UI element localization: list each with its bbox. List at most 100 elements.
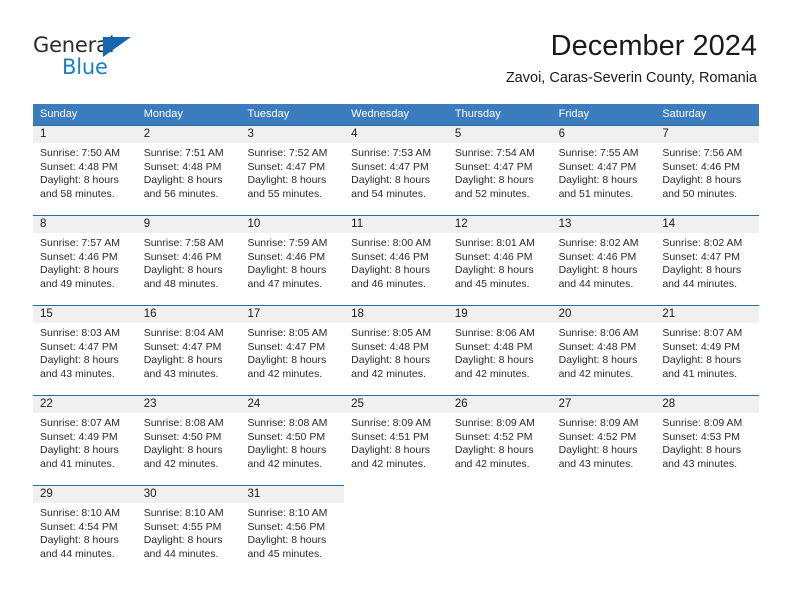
- day-number: 30: [143, 488, 157, 500]
- day-number-band: 18: [344, 305, 448, 323]
- daylight-text-line2: and 58 minutes.: [40, 187, 115, 200]
- day-number-band: 16: [136, 305, 241, 323]
- day-sun-info: Sunrise: 7:52 AM Sunset: 4:47 PM Daylight:…: [240, 143, 344, 201]
- day-number-band: 15: [33, 305, 137, 323]
- daylight-text-line2: and 48 minutes.: [143, 277, 219, 290]
- day-number-band: 8: [33, 215, 137, 233]
- calendar-day-cell[interactable]: 4 Sunrise: 7:53 AM Sunset: 4:47 PM Daylight…: [344, 125, 448, 215]
- sunset-text: Sunset: 4:48 PM: [351, 340, 429, 353]
- day-number: 26: [454, 398, 468, 410]
- sunset-text: Sunset: 4:46 PM: [662, 160, 740, 173]
- day-number: 16: [143, 308, 157, 320]
- calendar-day-cell[interactable]: 12 Sunrise: 8:01 AM Sunset: 4:46 PM Dayligh…: [447, 215, 552, 305]
- day-number-band: [344, 485, 448, 503]
- sunrise-text: Sunrise: 8:10 AM: [143, 507, 224, 519]
- day-number-band: 17: [240, 305, 345, 323]
- calendar-day-cell[interactable]: 21 Sunrise: 8:07 AM Sunset: 4:49 PM Dayligh…: [655, 305, 760, 395]
- calendar-day-cell[interactable]: 19 Sunrise: 8:06 AM Sunset: 4:48 PM Dayligh…: [447, 305, 552, 395]
- calendar-day-cell[interactable]: 10 Sunrise: 7:59 AM Sunset: 4:46 PM Dayligh…: [240, 215, 345, 305]
- page-title: December 2024: [550, 30, 757, 62]
- sunset-text: Sunset: 4:46 PM: [247, 250, 326, 263]
- sunrise-text: Sunrise: 8:09 AM: [558, 417, 639, 429]
- day-number-band: 30: [136, 485, 241, 503]
- day-number-band: 21: [655, 305, 760, 323]
- calendar-day-cell[interactable]: 15 Sunrise: 8:03 AM Sunset: 4:47 PM Dayligh…: [33, 305, 137, 395]
- sunset-text: Sunset: 4:52 PM: [454, 430, 533, 443]
- day-number-band: 4: [344, 125, 448, 143]
- calendar-day-cell[interactable]: 29 Sunrise: 8:10 AM Sunset: 4:54 PM Dayligh…: [33, 485, 137, 571]
- daylight-text-line1: Daylight: 8 hours: [143, 444, 223, 457]
- calendar-day-cell[interactable]: 16 Sunrise: 8:04 AM Sunset: 4:47 PM Dayligh…: [136, 305, 241, 395]
- day-number-band: 6: [551, 125, 656, 143]
- daylight-text-line1: Daylight: 8 hours: [558, 444, 638, 457]
- calendar-day-cell[interactable]: 22 Sunrise: 8:07 AM Sunset: 4:49 PM Dayligh…: [33, 395, 137, 485]
- day-number: 31: [247, 488, 261, 500]
- sunset-text: Sunset: 4:50 PM: [143, 430, 222, 443]
- location-subtitle: Zavoi, Caras-Severin County, Romania: [505, 70, 757, 86]
- day-number: 1: [40, 128, 47, 140]
- calendar-day-cell[interactable]: 27 Sunrise: 8:09 AM Sunset: 4:52 PM Dayligh…: [551, 395, 656, 485]
- daylight-text-line2: and 41 minutes.: [40, 457, 115, 470]
- sunset-text: Sunset: 4:56 PM: [247, 520, 326, 533]
- day-number: 11: [351, 218, 364, 230]
- calendar-day-cell[interactable]: 30 Sunrise: 8:10 AM Sunset: 4:55 PM Dayligh…: [136, 485, 241, 571]
- day-number-band: 2: [136, 125, 241, 143]
- day-number: 8: [40, 218, 47, 230]
- daylight-text-line2: and 42 minutes.: [351, 367, 426, 380]
- calendar-day-cell[interactable]: 26 Sunrise: 8:09 AM Sunset: 4:52 PM Dayligh…: [447, 395, 552, 485]
- daylight-text-line1: Daylight: 8 hours: [351, 354, 430, 367]
- calendar-day-cell[interactable]: 25 Sunrise: 8:09 AM Sunset: 4:51 PM Dayligh…: [344, 395, 448, 485]
- sunrise-text: Sunrise: 8:01 AM: [454, 237, 535, 249]
- sunrise-text: Sunrise: 8:05 AM: [351, 327, 432, 339]
- calendar-day-cell[interactable]: 11 Sunrise: 8:00 AM Sunset: 4:46 PM Dayligh…: [344, 215, 448, 305]
- daylight-text-line2: and 43 minutes.: [662, 457, 738, 470]
- daylight-text-line1: Daylight: 8 hours: [143, 264, 223, 277]
- weekday-header-sunday: Sunday: [40, 108, 78, 120]
- calendar-day-cell[interactable]: 2 Sunrise: 7:51 AM Sunset: 4:48 PM Daylight…: [136, 125, 241, 215]
- day-sun-info: Sunrise: 8:09 AM Sunset: 4:52 PM Daylight:…: [552, 413, 656, 471]
- calendar-day-cell[interactable]: 17 Sunrise: 8:05 AM Sunset: 4:47 PM Dayligh…: [240, 305, 345, 395]
- calendar-day-cell[interactable]: 20 Sunrise: 8:06 AM Sunset: 4:48 PM Dayligh…: [551, 305, 656, 395]
- calendar-day-cell[interactable]: 23 Sunrise: 8:08 AM Sunset: 4:50 PM Dayligh…: [136, 395, 241, 485]
- calendar-day-cell[interactable]: 13 Sunrise: 8:02 AM Sunset: 4:46 PM Dayligh…: [551, 215, 656, 305]
- sunrise-text: Sunrise: 8:07 AM: [40, 417, 120, 429]
- calendar-day-cell[interactable]: 14 Sunrise: 8:02 AM Sunset: 4:47 PM Dayligh…: [655, 215, 760, 305]
- daylight-text-line2: and 43 minutes.: [143, 367, 219, 380]
- calendar-day-cell[interactable]: 31 Sunrise: 8:10 AM Sunset: 4:56 PM Dayligh…: [240, 485, 345, 571]
- day-number: 27: [558, 398, 572, 410]
- calendar-day-cell[interactable]: 5 Sunrise: 7:54 AM Sunset: 4:47 PM Daylight…: [447, 125, 552, 215]
- sunset-text: Sunset: 4:46 PM: [351, 250, 429, 263]
- calendar-day-cell[interactable]: 24 Sunrise: 8:08 AM Sunset: 4:50 PM Dayligh…: [240, 395, 345, 485]
- sunrise-text: Sunrise: 8:07 AM: [662, 327, 743, 339]
- day-sun-info: Sunrise: 8:03 AM Sunset: 4:47 PM Daylight:…: [33, 323, 137, 381]
- sunrise-text: Sunrise: 7:50 AM: [40, 147, 120, 159]
- daylight-text-line2: and 54 minutes.: [351, 187, 426, 200]
- day-number-band: 11: [344, 215, 448, 233]
- calendar-day-cell[interactable]: 1 Sunrise: 7:50 AM Sunset: 4:48 PM Daylight…: [33, 125, 137, 215]
- day-number: 9: [143, 218, 151, 230]
- calendar-day-cell[interactable]: 7 Sunrise: 7:56 AM Sunset: 4:46 PM Daylight…: [655, 125, 760, 215]
- daylight-text-line2: and 45 minutes.: [247, 547, 323, 560]
- day-number: 23: [143, 398, 157, 410]
- daylight-text-line1: Daylight: 8 hours: [40, 174, 119, 187]
- calendar-day-cell[interactable]: 18 Sunrise: 8:05 AM Sunset: 4:48 PM Dayligh…: [344, 305, 448, 395]
- sunrise-text: Sunrise: 8:08 AM: [247, 417, 328, 429]
- calendar-day-cell[interactable]: 6 Sunrise: 7:55 AM Sunset: 4:47 PM Daylight…: [551, 125, 656, 215]
- daylight-text-line2: and 42 minutes.: [558, 367, 634, 380]
- calendar-day-cell[interactable]: 28 Sunrise: 8:09 AM Sunset: 4:53 PM Dayligh…: [655, 395, 760, 485]
- day-sun-info: Sunrise: 8:02 AM Sunset: 4:46 PM Daylight:…: [552, 233, 656, 291]
- calendar-day-cell[interactable]: 3 Sunrise: 7:52 AM Sunset: 4:47 PM Daylight…: [240, 125, 345, 215]
- calendar-week-row: 1 Sunrise: 7:50 AM Sunset: 4:48 PM Daylight…: [33, 125, 760, 215]
- weekday-header-tuesday: Tuesday: [247, 108, 290, 120]
- day-sun-info: Sunrise: 8:07 AM Sunset: 4:49 PM Daylight:…: [33, 413, 137, 471]
- day-number-band: 1: [33, 125, 137, 143]
- daylight-text-line1: Daylight: 8 hours: [662, 264, 742, 277]
- calendar-day-cell[interactable]: 9 Sunrise: 7:58 AM Sunset: 4:46 PM Daylight…: [136, 215, 241, 305]
- calendar-week-row: 22 Sunrise: 8:07 AM Sunset: 4:49 PM Dayligh…: [33, 395, 760, 485]
- day-sun-info: Sunrise: 8:09 AM Sunset: 4:52 PM Daylight:…: [448, 413, 552, 471]
- calendar-day-cell[interactable]: 8 Sunrise: 7:57 AM Sunset: 4:46 PM Daylight…: [33, 215, 137, 305]
- daylight-text-line1: Daylight: 8 hours: [662, 174, 742, 187]
- day-number-band: 31: [240, 485, 345, 503]
- daylight-text-line2: and 56 minutes.: [143, 187, 219, 200]
- daylight-text-line1: Daylight: 8 hours: [351, 264, 430, 277]
